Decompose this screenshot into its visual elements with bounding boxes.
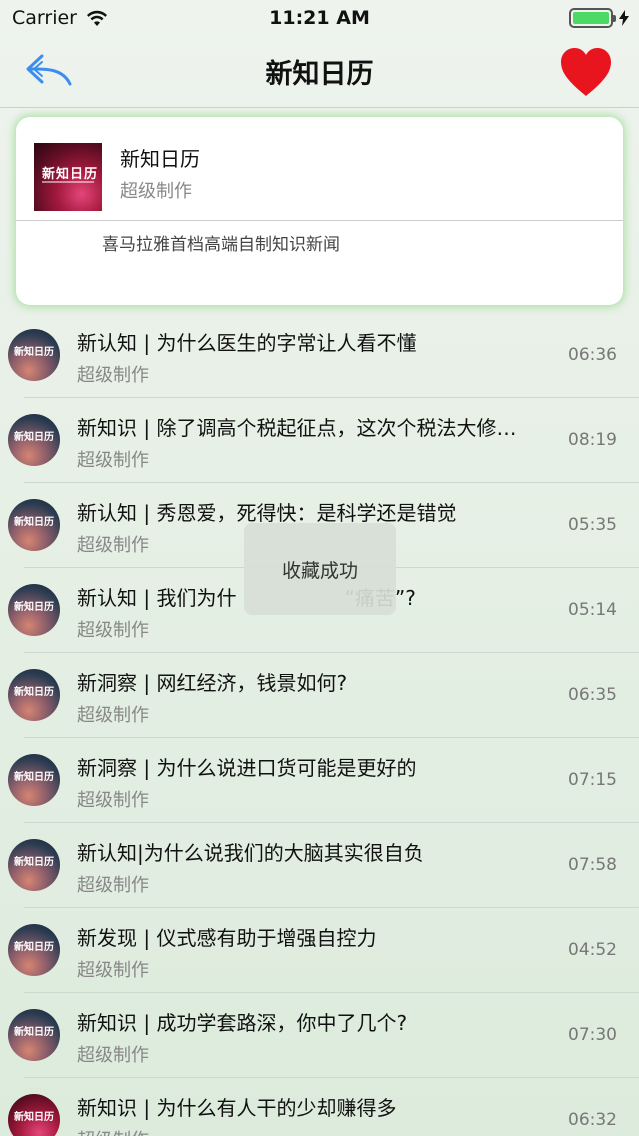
track-author: 超级制作 xyxy=(77,620,149,641)
track-row[interactable]: 新知日历 新知识 | 成功学套路深，你中了几个? 超级制作 07:30 xyxy=(0,993,639,1078)
track-author: 超级制作 xyxy=(77,705,149,726)
track-duration: 06:32 xyxy=(568,1110,617,1130)
track-title: 新认知|为什么说我们的大脑其实很自负 xyxy=(77,841,424,865)
track-author: 超级制作 xyxy=(77,450,149,471)
battery-level xyxy=(573,12,609,24)
album-author: 超级制作 xyxy=(120,181,192,202)
charging-bolt-icon xyxy=(619,10,629,26)
track-duration: 07:30 xyxy=(568,1025,617,1045)
track-duration: 06:36 xyxy=(568,345,617,365)
avatar-text: 新知日历 xyxy=(14,857,54,868)
track-list: 新知日历 新认知 | 为什么医生的字常让人看不懂 超级制作 06:36 新知日历… xyxy=(0,313,639,1136)
avatar-text: 新知日历 xyxy=(14,1027,54,1038)
status-left: Carrier xyxy=(12,7,109,29)
page-title: 新知日历 xyxy=(265,59,374,90)
battery-icon xyxy=(569,8,616,28)
avatar-text: 新知日历 xyxy=(14,517,54,528)
avatar-text: 新知日历 xyxy=(14,1112,54,1123)
album-info-card[interactable]: 新知日历 新知日历 超级制作 喜马拉雅首档高端自制知识新闻 xyxy=(16,117,623,305)
avatar-text: 新知日历 xyxy=(14,432,54,443)
track-title: 新洞察 | 网红经济，钱景如何? xyxy=(77,671,348,695)
track-author: 超级制作 xyxy=(77,960,149,981)
avatar-text: 新知日历 xyxy=(14,942,54,953)
heart-icon[interactable] xyxy=(559,46,613,98)
track-title: 新知识 | 除了调高个税起征点，这次个税法大修… xyxy=(77,416,517,440)
track-row[interactable]: 新知日历 新知识 | 除了调高个税起征点，这次个税法大修… 超级制作 08:19 xyxy=(0,398,639,483)
track-avatar: 新知日历 xyxy=(8,924,60,976)
album-divider xyxy=(16,220,623,221)
track-author: 超级制作 xyxy=(77,790,149,811)
track-duration: 07:58 xyxy=(568,855,617,875)
track-row[interactable]: 新知日历 新洞察 | 网红经济，钱景如何? 超级制作 06:35 xyxy=(0,653,639,738)
wifi-icon xyxy=(86,10,107,26)
track-avatar: 新知日历 xyxy=(8,669,60,721)
status-bar: Carrier 11:21 AM xyxy=(0,0,639,36)
track-title: 新知识 | 为什么有人干的少却赚得多 xyxy=(77,1096,397,1120)
track-author: 超级制作 xyxy=(77,535,149,556)
avatar-text: 新知日历 xyxy=(14,347,54,358)
album-cover: 新知日历 xyxy=(34,143,102,211)
album-title: 新知日历 xyxy=(120,147,200,171)
carrier-label: Carrier xyxy=(12,7,77,29)
track-avatar: 新知日历 xyxy=(8,839,60,891)
avatar-text: 新知日历 xyxy=(14,772,54,783)
track-duration: 04:52 xyxy=(568,940,617,960)
album-cover-decoration xyxy=(42,181,94,183)
track-row[interactable]: 新知日历 新认知 | 为什么医生的字常让人看不懂 超级制作 06:36 xyxy=(0,313,639,398)
track-duration: 05:14 xyxy=(568,600,617,620)
track-duration: 07:15 xyxy=(568,770,617,790)
navigation-bar: 新知日历 xyxy=(0,36,639,108)
avatar-text: 新知日历 xyxy=(14,687,54,698)
track-duration: 06:35 xyxy=(568,685,617,705)
track-row[interactable]: 新知日历 新知识 | 为什么有人干的少却赚得多 超级制作 06:32 xyxy=(0,1078,639,1136)
toast-message: 收藏成功 xyxy=(244,523,396,615)
track-avatar: 新知日历 xyxy=(8,329,60,381)
track-row[interactable]: 新知日历 新发现 | 仪式感有助于增强自控力 超级制作 04:52 xyxy=(0,908,639,993)
track-title: 新发现 | 仪式感有助于增强自控力 xyxy=(77,926,377,950)
track-author: 超级制作 xyxy=(77,1045,149,1066)
track-title: 新知识 | 成功学套路深，你中了几个? xyxy=(77,1011,408,1035)
track-author: 超级制作 xyxy=(77,1126,149,1136)
track-avatar: 新知日历 xyxy=(8,1094,60,1136)
track-title: 新洞察 | 为什么说进口货可能是更好的 xyxy=(77,756,417,780)
track-row[interactable]: 新知日历 新认知|为什么说我们的大脑其实很自负 超级制作 07:58 xyxy=(0,823,639,908)
track-avatar: 新知日历 xyxy=(8,1009,60,1061)
track-author: 超级制作 xyxy=(77,875,149,896)
status-right xyxy=(569,8,629,28)
album-description: 喜马拉雅首档高端自制知识新闻 xyxy=(102,235,340,255)
avatar-text: 新知日历 xyxy=(14,602,54,613)
track-duration: 05:35 xyxy=(568,515,617,535)
track-avatar: 新知日历 xyxy=(8,499,60,551)
track-author: 超级制作 xyxy=(77,365,149,386)
track-title: 新认知 | 为什么医生的字常让人看不懂 xyxy=(77,331,417,355)
track-title: 新认知 | 秀恩爱，死得快：是科学还是错觉 xyxy=(77,501,457,525)
track-avatar: 新知日历 xyxy=(8,414,60,466)
back-arrow-icon[interactable] xyxy=(24,50,74,90)
track-duration: 08:19 xyxy=(568,430,617,450)
album-cover-text: 新知日历 xyxy=(42,167,99,182)
track-avatar: 新知日历 xyxy=(8,754,60,806)
track-avatar: 新知日历 xyxy=(8,584,60,636)
track-row[interactable]: 新知日历 新洞察 | 为什么说进口货可能是更好的 超级制作 07:15 xyxy=(0,738,639,823)
